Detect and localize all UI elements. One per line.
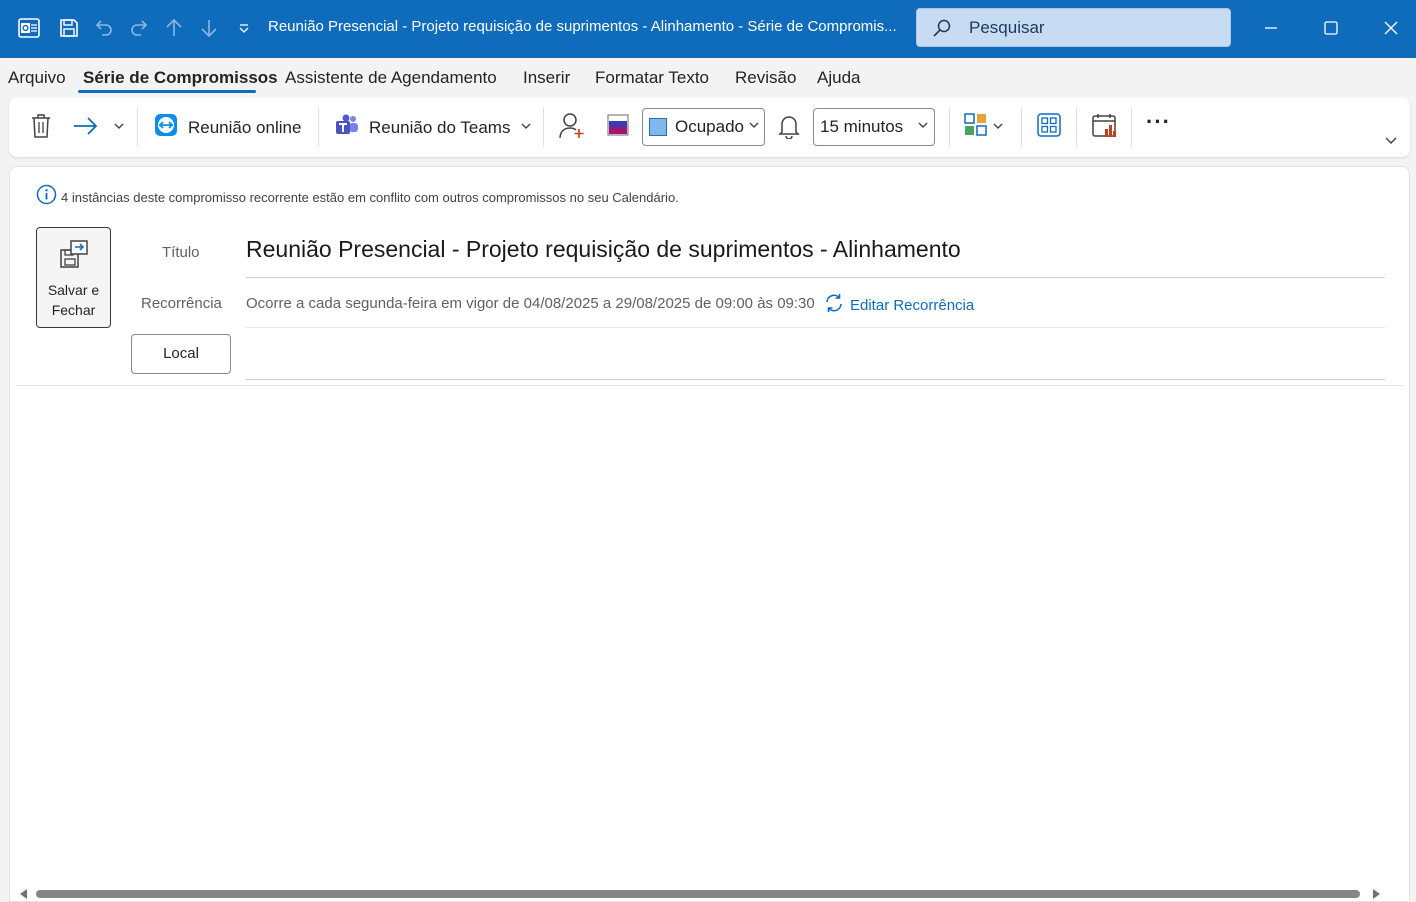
add-person-icon [559, 112, 585, 145]
apps-button[interactable] [1037, 113, 1061, 142]
scroll-left-icon[interactable] [20, 889, 27, 899]
recurrence-divider [246, 327, 1385, 328]
teams-meeting-label: Reunião do Teams [369, 117, 511, 137]
maximize-icon[interactable] [1306, 8, 1356, 48]
scheduling-insights-button[interactable] [1091, 112, 1119, 145]
chevron-down-icon [113, 119, 125, 137]
body-editor[interactable] [16, 386, 1404, 882]
menu-serie-de-compromissos[interactable]: Série de Compromissos [83, 68, 278, 88]
chevron-down-icon [748, 118, 760, 136]
minimize-icon[interactable] [1246, 8, 1296, 48]
show-as-dropdown[interactable]: Ocupado [642, 108, 765, 146]
categorize-color-button[interactable] [607, 114, 629, 141]
customize-toolbar-icon[interactable] [230, 14, 258, 42]
color-bar-icon [607, 114, 629, 141]
forward-button[interactable] [72, 114, 100, 143]
search-box[interactable]: Pesquisar [916, 8, 1231, 47]
menu-inserir[interactable]: Inserir [523, 68, 570, 88]
location-button[interactable]: Local [131, 334, 231, 374]
apps-grid-icon [1037, 113, 1061, 142]
save-icon[interactable] [55, 14, 83, 42]
categorize-button[interactable] [964, 113, 1004, 142]
bell-icon [777, 113, 801, 144]
ribbon: Reunião online Reunião do Teams Ocupado [9, 97, 1410, 157]
close-icon[interactable] [1366, 8, 1416, 48]
menu-formatar-texto[interactable]: Formatar Texto [595, 68, 709, 88]
reminder-dropdown[interactable]: 15 minutos [813, 108, 935, 146]
expand-ribbon-button[interactable] [1384, 134, 1398, 152]
title-input[interactable]: Reunião Presencial - Projeto requisição … [246, 236, 961, 263]
ribbon-divider [949, 107, 950, 147]
invite-attendees-button[interactable] [559, 112, 585, 145]
chevron-down-icon [917, 118, 929, 136]
chevron-down-icon [520, 119, 532, 137]
ribbon-divider [318, 107, 319, 147]
title-underline [246, 277, 1385, 278]
menu-assistente-de-agendamento[interactable]: Assistente de Agendamento [285, 68, 497, 88]
edit-recurrence-label: Editar Recorrência [850, 296, 975, 314]
title-label: Título [162, 244, 200, 261]
arrow-up-icon[interactable] [160, 14, 188, 42]
undo-icon[interactable] [90, 14, 118, 42]
title-bar: Reunião Presencial - Projeto requisição … [0, 0, 1416, 58]
menu-ajuda[interactable]: Ajuda [817, 68, 860, 88]
trash-icon [29, 113, 53, 144]
chevron-down-icon [1384, 134, 1398, 152]
save-close-label: Salvar e Fechar [47, 282, 100, 318]
info-icon [36, 184, 57, 210]
online-meeting-button[interactable]: Reunião online [154, 113, 301, 142]
teamviewer-icon [154, 113, 178, 142]
location-input[interactable] [246, 340, 1385, 372]
ribbon-divider [1076, 107, 1077, 147]
categories-icon [964, 113, 988, 142]
ribbon-divider [137, 107, 138, 147]
recurrence-icon [824, 293, 844, 317]
online-meeting-label: Reunião online [188, 117, 302, 137]
conflict-message: 4 instâncias deste compromisso recorrent… [61, 189, 679, 205]
scroll-right-icon[interactable] [1373, 889, 1380, 899]
redo-icon[interactable] [125, 14, 153, 42]
conflict-infobar: 4 instâncias deste compromisso recorrent… [36, 184, 679, 210]
edit-recurrence-link[interactable]: Editar Recorrência [824, 293, 974, 317]
active-tab-indicator [78, 90, 256, 93]
save-and-close-button[interactable]: Salvar e Fechar [36, 227, 111, 328]
arrow-down-icon[interactable] [195, 14, 223, 42]
delete-button[interactable] [29, 113, 53, 144]
busy-status-swatch [649, 118, 667, 136]
recurrence-label: Recorrência [141, 295, 222, 312]
reminder-button[interactable] [777, 113, 801, 144]
more-options-button[interactable]: ··· [1146, 109, 1171, 135]
recurrence-text: Ocorre a cada segunda-feira em vigor de … [246, 295, 815, 312]
teams-meeting-button[interactable]: Reunião do Teams [335, 113, 532, 142]
chevron-down-icon [992, 119, 1004, 137]
show-as-value: Ocupado [675, 117, 744, 136]
menu-revisao[interactable]: Revisão [735, 68, 796, 88]
outlook-icon[interactable] [15, 14, 43, 42]
calendar-chart-icon [1091, 112, 1119, 145]
teams-icon [335, 113, 359, 142]
save-close-icon [58, 238, 90, 275]
menu-arquivo[interactable]: Arquivo [8, 68, 66, 88]
scrollbar-thumb[interactable] [36, 890, 1360, 898]
reminder-value: 15 minutos [820, 117, 904, 136]
ribbon-divider [1021, 107, 1022, 147]
horizontal-scrollbar[interactable] [16, 886, 1384, 902]
ribbon-divider [543, 107, 544, 147]
forward-dropdown[interactable] [113, 119, 125, 137]
window-title: Reunião Presencial - Projeto requisição … [268, 18, 897, 35]
ribbon-divider [1131, 107, 1132, 147]
location-underline [246, 379, 1385, 380]
search-placeholder: Pesquisar [969, 18, 1045, 37]
search-icon [932, 18, 952, 43]
arrow-right-icon [72, 114, 100, 143]
